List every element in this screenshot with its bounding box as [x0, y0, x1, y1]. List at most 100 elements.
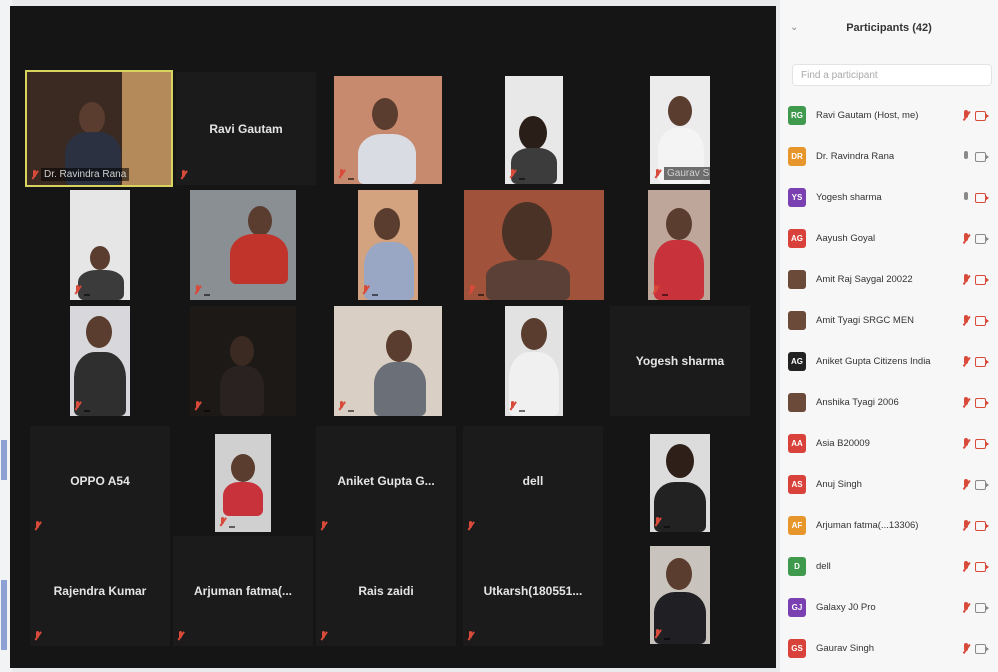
video-tile[interactable]: Yogesh sharma: [610, 306, 750, 416]
participant-row[interactable]: AS Anuj Singh: [780, 467, 998, 508]
mic-muted-icon[interactable]: [962, 438, 970, 450]
mic-muted-icon: [219, 517, 226, 527]
avatar: GS: [788, 639, 806, 658]
camera-icon[interactable]: [975, 234, 989, 244]
camera-off-icon[interactable]: [975, 357, 989, 367]
camera-icon[interactable]: [975, 644, 989, 654]
camera-off-icon[interactable]: [975, 111, 989, 121]
video-tile[interactable]: [648, 190, 710, 300]
video-tile[interactable]: [334, 306, 442, 416]
tile-name: Arjuman fatma(...: [193, 584, 292, 598]
video-tile[interactable]: Dr. Ravindra Rana: [25, 70, 173, 187]
mic-muted-icon: [194, 401, 201, 411]
participant-search-input[interactable]: Find a participant: [792, 64, 992, 86]
video-tile[interactable]: [70, 306, 130, 416]
mic-muted-icon[interactable]: [962, 520, 970, 532]
video-tile[interactable]: [464, 190, 604, 300]
mic-muted-icon[interactable]: [962, 356, 970, 368]
mic-muted-icon[interactable]: [962, 233, 970, 245]
mic-icon[interactable]: [962, 151, 970, 163]
mic-muted-icon[interactable]: [962, 561, 970, 573]
video-tile[interactable]: OPPO A54: [30, 426, 170, 536]
participant-name: Ravi Gautam (Host, me): [816, 110, 919, 121]
mic-muted-icon[interactable]: [962, 479, 970, 491]
video-tile[interactable]: Aniket Gupta G...: [316, 426, 456, 536]
participant-row[interactable]: GJ Galaxy J0 Pro: [780, 590, 998, 631]
camera-off-icon[interactable]: [975, 562, 989, 572]
video-tile[interactable]: Rajendra Kumar: [30, 536, 170, 646]
participant-row[interactable]: Amit Raj Saygal 20022: [780, 262, 998, 303]
participant-name: Arjuman fatma(...13306): [816, 520, 919, 531]
participant-row[interactable]: Anshika Tyagi 2006: [780, 385, 998, 426]
video-tile[interactable]: dell: [463, 426, 603, 536]
video-tile[interactable]: [215, 434, 271, 532]
camera-icon[interactable]: [975, 152, 989, 162]
tile-name: Rajendra Kumar: [53, 584, 147, 598]
tile-name: [84, 410, 90, 412]
avatar: AF: [788, 516, 806, 535]
video-tile[interactable]: Gaurav Singh: [650, 76, 710, 184]
tile-name: [348, 178, 354, 180]
camera-off-icon[interactable]: [975, 521, 989, 531]
tile-name: [372, 294, 378, 296]
mic-muted-icon[interactable]: [962, 110, 970, 122]
participant-row[interactable]: Ddell: [780, 549, 998, 590]
camera-off-icon[interactable]: [975, 398, 989, 408]
participant-row[interactable]: AF Arjuman fatma(...13306): [780, 508, 998, 549]
camera-off-icon[interactable]: [975, 439, 989, 449]
mic-muted-icon: [320, 521, 327, 531]
mic-muted-icon[interactable]: [962, 397, 970, 409]
video-tile[interactable]: [70, 190, 130, 300]
video-tile[interactable]: [358, 190, 418, 300]
mic-muted-icon: [652, 285, 659, 295]
video-tile[interactable]: [334, 76, 442, 184]
mic-muted-icon: [509, 401, 516, 411]
participants-panel: ⌄ Participants (42) Find a participant R…: [780, 0, 998, 672]
tile-name: [664, 526, 670, 528]
mic-muted-icon: [654, 169, 661, 179]
avatar: AG: [788, 352, 806, 371]
mic-muted-icon: [338, 169, 345, 179]
participant-list: RG Ravi Gautam (Host, me) DR Dr. Ravindra R…: [780, 98, 998, 672]
camera-icon[interactable]: [975, 480, 989, 490]
avatar: GJ: [788, 598, 806, 617]
avatar: AG: [788, 229, 806, 248]
participant-row[interactable]: Amit Tyagi SRGC MEN: [780, 303, 998, 344]
video-tile[interactable]: [505, 306, 563, 416]
tile-name: [519, 178, 525, 180]
camera-off-icon[interactable]: [975, 275, 989, 285]
video-tile[interactable]: [190, 190, 296, 300]
ink-mark: [1, 580, 7, 650]
video-tile[interactable]: [505, 76, 563, 184]
mic-muted-icon: [509, 169, 516, 179]
video-tile[interactable]: Rais zaidi: [316, 536, 456, 646]
camera-icon[interactable]: [975, 603, 989, 613]
video-tile[interactable]: Arjuman fatma(...: [173, 536, 313, 646]
participant-row[interactable]: AG Aayush Goyal: [780, 221, 998, 262]
avatar: AS: [788, 475, 806, 494]
camera-off-icon[interactable]: [975, 316, 989, 326]
video-tile[interactable]: [190, 306, 296, 416]
mic-muted-icon[interactable]: [962, 274, 970, 286]
mic-muted-icon[interactable]: [962, 643, 970, 655]
mic-muted-icon[interactable]: [962, 315, 970, 327]
participant-row[interactable]: AA Asia B20009: [780, 426, 998, 467]
tile-name: [664, 638, 670, 640]
participant-row[interactable]: GS Gaurav Singh: [780, 631, 998, 672]
participant-row[interactable]: DR Dr. Ravindra Rana: [780, 139, 998, 180]
participant-row[interactable]: YS Yogesh sharma: [780, 180, 998, 221]
avatar: DR: [788, 147, 806, 166]
participant-row[interactable]: RG Ravi Gautam (Host, me): [780, 98, 998, 139]
participant-row[interactable]: AG Aniket Gupta Citizens India: [780, 344, 998, 385]
video-tile[interactable]: [650, 546, 710, 644]
mic-muted-icon: [654, 517, 661, 527]
mic-muted-icon[interactable]: [962, 602, 970, 614]
video-tile[interactable]: Utkarsh(180551...: [463, 536, 603, 646]
camera-off-icon[interactable]: [975, 193, 989, 203]
video-tile[interactable]: [650, 434, 710, 532]
participants-title: Participants (42): [846, 22, 932, 34]
video-tile[interactable]: Ravi Gautam: [176, 72, 316, 185]
mic-icon[interactable]: [962, 192, 970, 204]
participant-name: Aayush Goyal: [816, 233, 876, 244]
mic-muted-icon: [74, 285, 81, 295]
